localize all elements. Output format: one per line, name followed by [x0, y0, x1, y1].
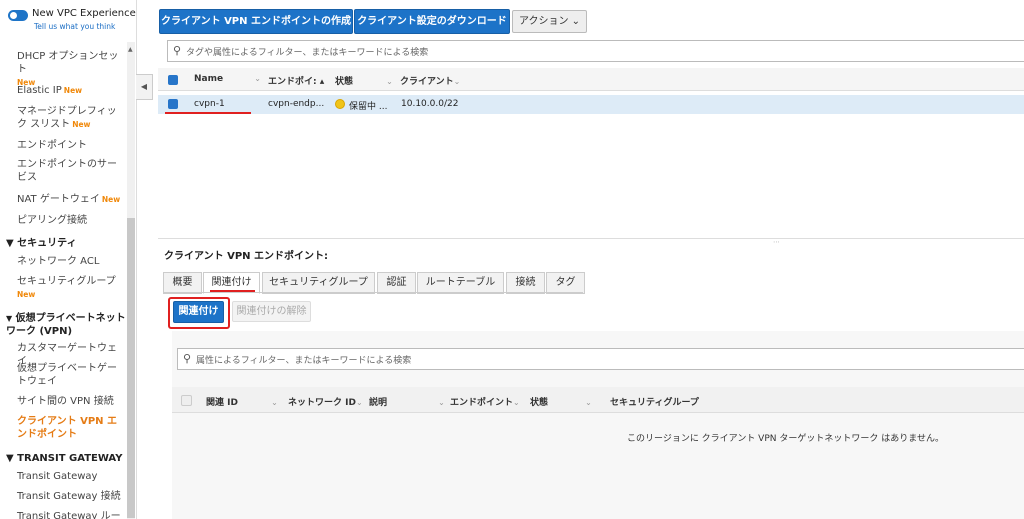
col-security-groups[interactable]: セキュリティグループ	[610, 395, 699, 408]
table-row[interactable]: cvpn-1 cvpn-endp... 保留中 ... 10.10.0.0/22	[158, 95, 1024, 114]
actions-dropdown[interactable]: アクション ⌄	[512, 10, 587, 33]
select-all-checkbox[interactable]	[181, 395, 192, 406]
toggle-icon[interactable]	[8, 10, 28, 21]
collapse-sidebar-button[interactable]: ◀	[136, 74, 153, 100]
search-icon: ⚲	[183, 352, 192, 365]
new-badge: New	[63, 86, 83, 95]
search-icon: ⚲	[173, 44, 182, 57]
section-vpn[interactable]: ▼ 仮想プライベートネットワーク (VPN)	[6, 312, 126, 338]
sidebar-item-prefix-list[interactable]: マネージドプレフィック スリスト New	[17, 105, 125, 131]
pending-status-icon	[335, 99, 345, 109]
detail-title: クライアント VPN エンドポイント:	[164, 251, 328, 262]
new-badge: New	[17, 290, 36, 299]
col-status[interactable]: 状態 ⌄	[530, 395, 592, 408]
section-transit-gateway[interactable]: ▼ TRANSIT GATEWAY	[6, 452, 126, 465]
tab-overview[interactable]: 概要	[163, 272, 202, 294]
col-endpoint[interactable]: エンドポイ: ▴	[268, 74, 324, 87]
tab-tags[interactable]: タグ	[546, 272, 585, 294]
tab-authorization[interactable]: 認証	[377, 272, 416, 294]
cell-name: cvpn-1	[194, 99, 225, 109]
drag-grip-icon[interactable]: ⋯	[773, 238, 780, 246]
highlight-box	[168, 297, 230, 329]
sidebar-scroll-thumb[interactable]	[127, 218, 135, 518]
sidebar-item-tgw-attachments[interactable]: Transit Gateway 接続	[17, 490, 125, 503]
sidebar-item-endpoints[interactable]: エンドポイント	[17, 139, 125, 152]
filter-placeholder: 属性によるフィルター、またはキーワードによる検索	[196, 356, 412, 366]
vpc-experience-label: New VPC Experience	[32, 8, 136, 19]
table-header: Name ⌄ エンドポイ: ▴ 状態 ⌄ クライアント⌄	[158, 68, 1024, 91]
sidebar-item-nat-gateway[interactable]: NAT ゲートウェイ New	[17, 193, 125, 206]
sidebar-item-vpg[interactable]: 仮想プライベートゲートウェイ	[17, 362, 125, 388]
sidebar-item-network-acl[interactable]: ネットワーク ACL	[17, 255, 125, 268]
empty-message: このリージョンに クライアント VPN ターゲットネットワーク はありません。	[627, 434, 944, 444]
panel-splitter[interactable]	[158, 238, 1024, 239]
col-association-id[interactable]: 関連 ID ⌄	[206, 395, 278, 408]
disassociate-button[interactable]: 関連付けの解除	[232, 301, 311, 322]
scroll-up-icon[interactable]: ▲	[128, 46, 133, 53]
filter-input[interactable]: ⚲ 属性によるフィルター、またはキーワードによる検索	[177, 348, 1024, 370]
cell-client: 10.10.0.0/22	[401, 99, 459, 109]
create-endpoint-button[interactable]: クライアント VPN エンドポイントの作成	[159, 9, 353, 34]
sidebar-item-tgw-routes[interactable]: Transit Gateway ルート	[17, 510, 125, 519]
cell-status: 保留中 ...	[349, 102, 388, 112]
col-client[interactable]: クライアント⌄	[400, 74, 460, 87]
sidebar: New VPC Experience Tell us what you thin…	[0, 0, 137, 519]
associations-header: 関連 ID ⌄ ネットワーク ID⌄ 説明 ⌄ エンドポイント⌄ 状態 ⌄ セキ…	[172, 387, 1024, 413]
sidebar-item-peering[interactable]: ピアリング接続	[17, 214, 125, 227]
col-name[interactable]: Name ⌄	[194, 74, 261, 84]
sidebar-item-endpoint-services[interactable]: エンドポイントのサービス	[17, 158, 125, 184]
new-badge: New	[101, 195, 121, 204]
highlight-underline	[165, 112, 251, 114]
new-badge: New	[72, 120, 91, 129]
select-all-checkbox[interactable]	[168, 75, 178, 85]
tab-security-groups[interactable]: セキュリティグループ	[262, 272, 375, 294]
download-config-button[interactable]: クライアント設定のダウンロード	[354, 9, 510, 34]
cell-endpoint: cvpn-endp...	[268, 99, 325, 109]
tab-divider	[163, 292, 583, 293]
chevron-left-icon: ◀	[140, 82, 148, 91]
tab-connections[interactable]: 接続	[506, 272, 545, 294]
col-endpoint[interactable]: エンドポイント⌄	[450, 395, 520, 408]
col-status[interactable]: 状態 ⌄	[335, 74, 393, 87]
row-checkbox[interactable]	[168, 99, 178, 109]
tab-route-table[interactable]: ルートテーブル	[417, 272, 504, 294]
sidebar-item-client-vpn[interactable]: クライアント VPN エンドポイント	[17, 415, 125, 441]
col-network-id[interactable]: ネットワーク ID⌄	[288, 395, 363, 408]
search-input[interactable]: ⚲ タグや属性によるフィルター、またはキーワードによる検索	[167, 40, 1024, 62]
section-security[interactable]: ▼ セキュリティ	[6, 237, 126, 250]
sidebar-item-security-groups[interactable]: セキュリティグループ New	[17, 275, 125, 301]
col-description[interactable]: 説明 ⌄	[369, 395, 445, 408]
sidebar-item-site-vpn[interactable]: サイト間の VPN 接続	[17, 395, 125, 408]
sidebar-item-transit-gateway[interactable]: Transit Gateway	[17, 470, 125, 483]
sidebar-item-elastic-ip[interactable]: Elastic IP New	[17, 84, 125, 97]
tab-highlight-underline	[210, 290, 255, 292]
search-placeholder: タグや属性によるフィルター、またはキーワードによる検索	[186, 48, 429, 58]
tell-us-link[interactable]: Tell us what you think	[34, 22, 115, 31]
